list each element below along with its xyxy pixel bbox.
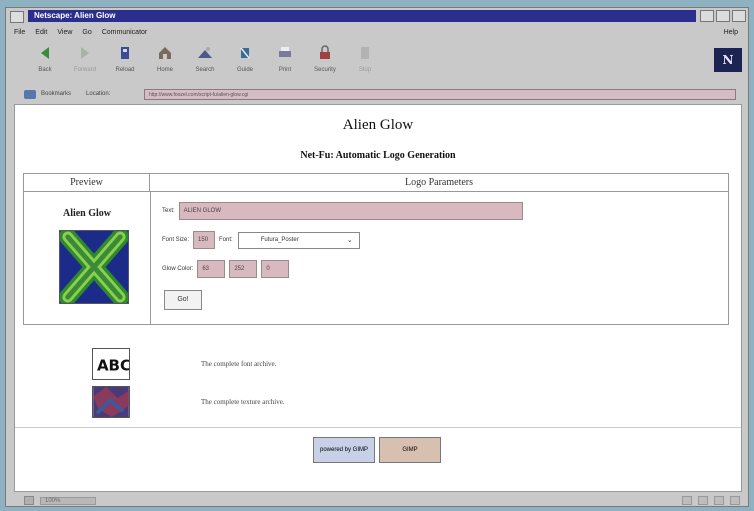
glow-color-label: Glow Color: [162, 266, 194, 272]
bookmarks-button[interactable]: Bookmarks [41, 91, 71, 97]
chevron-down-icon: ⌄ [346, 236, 353, 244]
back-arrow-icon [41, 47, 49, 59]
powered-by-badge[interactable]: powered by GIMP [313, 437, 375, 463]
menu-go[interactable]: Go [82, 29, 91, 36]
title-bar: Netscape: Alien Glow [6, 8, 748, 25]
preview-header: Preview [24, 174, 150, 192]
font-label: Font: [219, 237, 233, 243]
glow-green-input[interactable]: 252 [229, 260, 258, 278]
mail-icon[interactable] [698, 496, 708, 505]
page-subtitle: Net-Fu: Automatic Logo Generation [300, 150, 456, 161]
font-size-input[interactable]: 150 [193, 231, 216, 249]
glow-blue-input[interactable]: 0 [261, 260, 290, 278]
forward-label: Forward [73, 67, 96, 73]
component-bar [682, 496, 740, 505]
browser-window: Netscape: Alien Glow File Edit View Go C… [5, 7, 749, 507]
composer-icon[interactable] [730, 496, 740, 505]
print-label: Print [278, 67, 292, 73]
security-button[interactable]: Security [306, 44, 344, 73]
security-label: Security [314, 67, 336, 73]
reload-icon [121, 47, 129, 59]
navigator-icon[interactable] [682, 496, 692, 505]
print-button[interactable]: Print [266, 44, 304, 73]
menu-bar: File Edit View Go Communicator Help [6, 26, 748, 38]
page-content: Alien Glow Net-Fu: Automatic Logo Genera… [14, 104, 742, 492]
security-lock-icon [320, 45, 330, 59]
font-select[interactable]: Futura_Poster ⌄ [237, 231, 360, 249]
svg-text:ABC: ABC [97, 357, 130, 375]
menu-file[interactable]: File [14, 29, 25, 36]
reload-button[interactable]: Reload [106, 44, 144, 73]
minimize-button[interactable] [700, 10, 714, 22]
navigation-toolbar: Back Forward Reload Home Search Guide Pr… [6, 38, 748, 86]
texture-archive-icon[interactable] [92, 386, 130, 418]
font-select-value: Futura_Poster [260, 236, 299, 243]
logo-table: Preview Logo Parameters Alien Glow Text:… [23, 173, 729, 325]
window-title: Netscape: Alien Glow [28, 10, 696, 22]
progress-indicator: 100% [40, 496, 96, 505]
menu-view[interactable]: View [57, 29, 72, 36]
window-menu-button[interactable] [10, 10, 24, 23]
font-size-label: Font Size: [162, 237, 190, 243]
font-archive-link[interactable]: The complete font archive. [201, 360, 276, 368]
bookmarks-icon[interactable] [24, 89, 36, 99]
menu-communicator[interactable]: Communicator [102, 29, 148, 36]
forward-arrow-icon [81, 47, 89, 59]
home-label: Home [156, 67, 173, 73]
reload-label: Reload [115, 67, 135, 73]
font-archive-icon[interactable]: ABC [92, 348, 130, 380]
home-button[interactable]: Home [146, 44, 184, 73]
stop-icon [361, 47, 369, 59]
forward-button[interactable]: Forward [66, 44, 104, 73]
horizontal-rule [15, 427, 741, 428]
alien-glow-logo-preview [59, 230, 129, 304]
discussions-icon[interactable] [714, 496, 724, 505]
home-icon [159, 47, 171, 59]
gimp-badge[interactable]: GIMP [379, 437, 441, 463]
back-label: Back [38, 67, 52, 73]
go-button[interactable]: Go! [164, 290, 202, 310]
guide-label: Guide [236, 67, 253, 73]
print-icon [279, 47, 291, 57]
column-divider [150, 192, 151, 324]
glow-red-input[interactable]: 63 [197, 260, 226, 278]
search-button[interactable]: Search [186, 44, 224, 73]
params-header: Logo Parameters [150, 174, 728, 192]
maximize-button[interactable] [716, 10, 730, 22]
netscape-logo[interactable]: N [714, 48, 742, 72]
stop-label: Stop [358, 67, 372, 73]
menu-edit[interactable]: Edit [35, 29, 47, 36]
location-label: Location: [86, 91, 111, 97]
search-label: Search [195, 67, 215, 73]
guide-icon [240, 47, 250, 59]
search-icon [198, 47, 212, 58]
glow-color-row: Glow Color: 63 252 0 [162, 260, 290, 278]
page-title: Alien Glow [342, 117, 414, 133]
stop-button[interactable]: Stop [346, 44, 384, 73]
url-input[interactable]: http://www.foozel.com/script-fu/alien-gl… [144, 89, 736, 100]
texture-archive-link[interactable]: The complete texture archive. [201, 398, 285, 406]
preview-logo-text: Alien Glow [62, 208, 112, 219]
text-label: Text: [162, 208, 175, 214]
close-button[interactable] [732, 10, 746, 22]
location-bar: Bookmarks Location: http://www.foozel.co… [6, 86, 748, 102]
menu-help[interactable]: Help [724, 29, 738, 36]
back-button[interactable]: Back [26, 44, 64, 73]
security-status-icon[interactable] [24, 496, 34, 505]
guide-button[interactable]: Guide [226, 44, 264, 73]
text-input[interactable]: ALIEN GLOW [178, 202, 523, 220]
font-row: Font Size: 150 Font: Futura_Poster ⌄ [162, 231, 360, 249]
status-bar: 100% [6, 494, 748, 507]
text-row: Text: ALIEN GLOW [162, 202, 523, 220]
